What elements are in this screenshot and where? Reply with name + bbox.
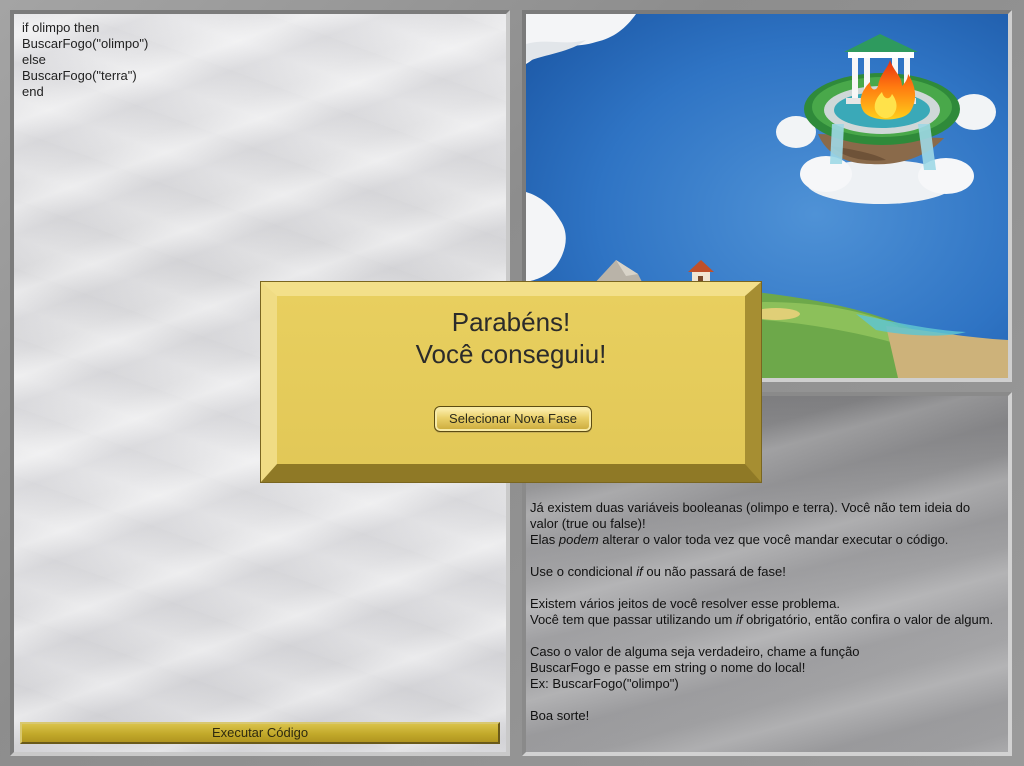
success-title-line: Parabéns! (451, 307, 571, 337)
instructions-text: Já existem duas variáveis booleanas (oli… (530, 500, 1000, 724)
success-title-line: Você conseguiu! (415, 339, 607, 369)
instructions-paragraph: Boa sorte! (530, 708, 590, 723)
instructions-paragraph: Use o condicional if ou não passará de f… (530, 564, 786, 579)
instructions-paragraph: Existem vários jeitos de você resolver e… (530, 596, 994, 627)
success-message: Parabéns! Você conseguiu! (277, 306, 745, 370)
success-dialog: Parabéns! Você conseguiu! Selecionar Nov… (261, 282, 761, 482)
run-code-button[interactable]: Executar Código (20, 722, 500, 744)
instructions-paragraph: Já existem duas variáveis booleanas (oli… (530, 500, 971, 547)
success-dialog-body: Parabéns! Você conseguiu! Selecionar Nov… (277, 296, 745, 464)
game-window: if olimpo then BuscarFogo("olimpo") else… (0, 0, 1024, 766)
instructions-paragraph: Caso o valor de alguma seja verdadeiro, … (530, 644, 860, 691)
select-new-level-button[interactable]: Selecionar Nova Fase (434, 406, 592, 432)
